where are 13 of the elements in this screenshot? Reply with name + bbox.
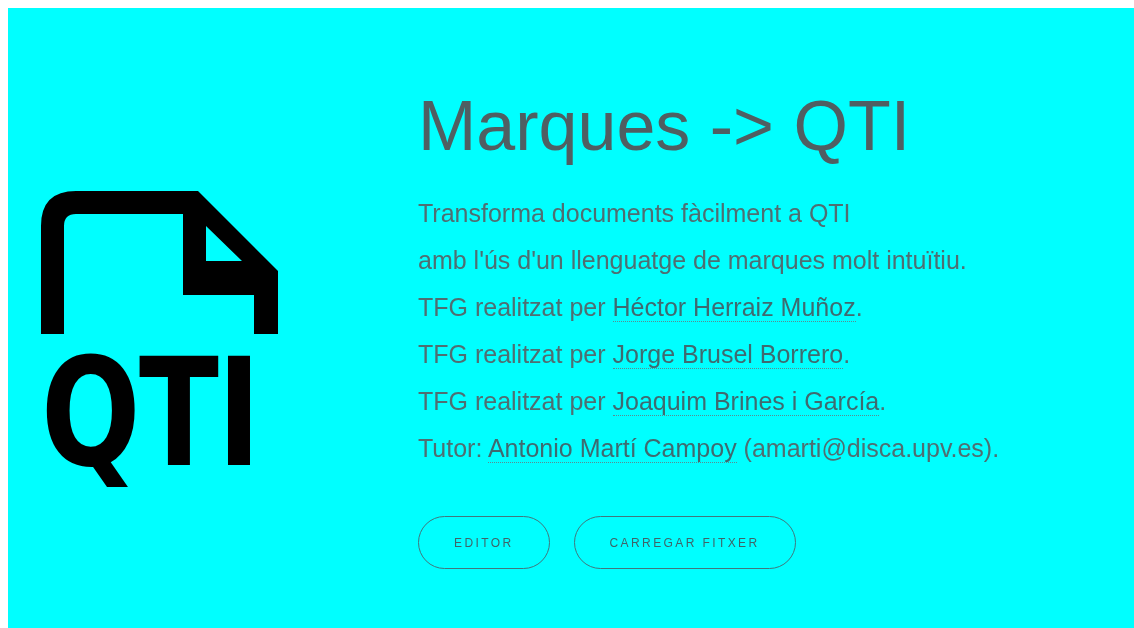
credit-text: TFG realitzat per Joaquim Brines i García. [418, 386, 888, 418]
file-icon [41, 191, 278, 334]
credit-text: TFG realitzat per Jorge Brusel Borrero. [418, 339, 852, 371]
name-link[interactable]: Joaquim Brines i García [612, 387, 880, 416]
description-text: Transforma documents fàcilment a QTI [418, 198, 852, 229]
name-link[interactable]: Jorge Brusel Borrero [612, 340, 844, 369]
logo-text: QTI [41, 338, 260, 488]
page-title: Marques -> QTI [418, 86, 912, 167]
credit-text: Tutor: Antonio Martí Campoy (amarti@disca.upv.es). [418, 433, 1001, 465]
description-text: amb l'ús d'un llenguatge de marques molt intuïtiu. [418, 245, 968, 276]
name-link[interactable]: Antonio Martí Campoy [487, 434, 737, 463]
credit-text: TFG realitzat per Héctor Herraiz Muñoz. [418, 292, 864, 324]
name-link[interactable]: Héctor Herraiz Muñoz [612, 293, 856, 322]
